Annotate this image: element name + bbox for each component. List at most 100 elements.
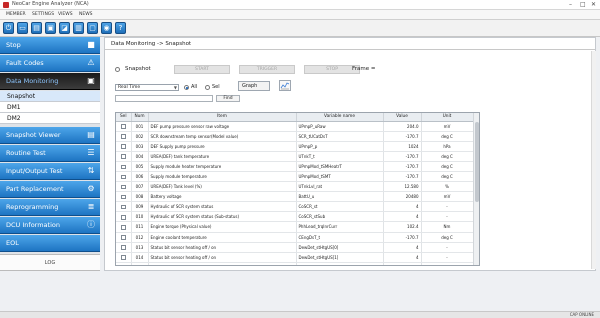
power-icon[interactable]: ⏻ [3, 22, 14, 34]
row-num: 007 [131, 181, 149, 193]
row-checkbox[interactable] [121, 194, 126, 200]
help-icon[interactable]: ? [115, 22, 126, 34]
sidebar-item-label: Snapshot Viewer [6, 131, 61, 139]
car-icon[interactable]: ◪ [59, 22, 70, 34]
table-row[interactable]: 007 UREA(DEF) Tank level (%) UTnkLvl_rat 12… [116, 181, 474, 193]
row-checkbox[interactable] [121, 154, 126, 159]
sidebar-item-routine-test[interactable]: Routine Test ☰ [0, 145, 100, 162]
row-checkbox[interactable] [121, 124, 126, 129]
close-button[interactable]: ✕ [591, 1, 596, 8]
bus-icon[interactable]: ▭ [17, 22, 28, 34]
row-variable: PhhLead_trqInrCurr [296, 221, 384, 233]
sidebar-item-stop[interactable]: Stop ■ [0, 37, 100, 54]
table-row[interactable]: 003 DEF Supply pump pressure UPmpP_p 1024 hP… [116, 141, 474, 152]
table-row[interactable]: 014 Status bit sensor heating off / on Dew… [116, 252, 474, 263]
table-row[interactable]: 013 Status bit sensor heating off / on Dew… [116, 242, 474, 253]
sel-radio[interactable] [205, 85, 210, 90]
column-header[interactable]: Unit [421, 113, 474, 122]
row-checkbox[interactable] [121, 184, 126, 190]
row-item: Supply module heater temperature [148, 161, 297, 172]
sidebar-item-fault-codes[interactable]: Fault Codes ⚠ [0, 55, 100, 72]
row-checkbox[interactable] [121, 204, 126, 210]
monitor-icon[interactable]: ▣ [45, 22, 56, 34]
row-checkbox[interactable] [121, 134, 126, 139]
column-header[interactable]: Num [131, 113, 149, 122]
trigger-button[interactable]: TRIGGER [239, 65, 295, 74]
row-checkbox[interactable] [121, 245, 126, 250]
graph-icon[interactable] [279, 80, 291, 91]
table-row[interactable]: 011 Engine torque (Physical value) PhhLead… [116, 221, 474, 233]
log-panel[interactable]: LOG [0, 254, 100, 271]
row-checkbox[interactable] [121, 174, 126, 180]
row-num: 010 [131, 211, 149, 223]
table-row[interactable]: 006 Supply module temperature UPmpMod_tSMT… [116, 171, 474, 183]
table-row[interactable]: 004 UREA(DEF) tank temperature UTnkT_t -170… [116, 151, 474, 162]
row-checkbox[interactable] [121, 265, 126, 266]
table-scrollbar[interactable] [473, 113, 479, 265]
row-item: Supply module temperature [148, 171, 297, 183]
sidebar-item-label: Fault Codes [6, 59, 44, 67]
row-variable: Exh_stNOxNSCDs [296, 262, 384, 265]
row-checkbox[interactable] [121, 215, 126, 220]
table-row[interactable]: 008 Battery voltage BattU_u 20480 mV [116, 191, 474, 203]
find-button[interactable]: Find [216, 95, 240, 102]
column-header[interactable]: Sel [116, 113, 132, 122]
menu-news[interactable]: NEWS [79, 12, 93, 17]
snapshot-label: Snapshot [125, 66, 151, 72]
sidebar-item-label: EOL [6, 239, 19, 247]
subitem-dm2[interactable]: DM2 [0, 113, 100, 124]
sidebar-item-eol[interactable]: EOL [0, 235, 100, 252]
row-checkbox[interactable] [121, 164, 126, 170]
mode-select[interactable]: Real Time ▼ [115, 84, 179, 91]
row-checkbox[interactable] [121, 235, 126, 240]
sidebar-item-io-test[interactable]: Input/Output Test ⇅ [0, 163, 100, 180]
sidebar-item-data-monitoring[interactable]: Data Monitoring ▣ [0, 73, 100, 90]
table-row[interactable]: 002 SCR downstream temp sensor(Model valu… [116, 131, 474, 142]
row-checkbox[interactable] [121, 255, 126, 260]
row-checkbox[interactable] [121, 225, 126, 230]
title-bar: NeoCar Engine Analyzer (NCA) – □ ✕ [0, 0, 600, 10]
row-variable: UPmpP_p [296, 141, 384, 152]
truck-icon[interactable]: ▤ [31, 22, 42, 34]
column-header[interactable]: Variable name [296, 113, 384, 122]
table-row[interactable]: 015Upstream NOx sensor signal statusExh_… [116, 262, 474, 266]
row-select-cell [116, 161, 132, 172]
screen-icon[interactable]: ▢ [87, 22, 98, 34]
table-row[interactable]: 009 Hydraulic of SCR system status CoSCR_s… [116, 201, 474, 213]
sidebar-item-snapshot-viewer[interactable]: Snapshot Viewer ▤ [0, 127, 100, 144]
stop-icon[interactable]: ◉ [101, 22, 112, 34]
column-header[interactable]: Item [148, 113, 297, 122]
menu-views[interactable]: VIEWS [58, 12, 73, 17]
menu-member[interactable]: MEMBER [6, 12, 26, 17]
column-header[interactable]: Value [383, 113, 422, 122]
row-unit: hPa [421, 141, 474, 152]
maximize-button[interactable]: □ [580, 1, 586, 8]
document-icon[interactable]: ▥ [73, 22, 84, 34]
subitem-snapshot[interactable]: Snapshot [0, 91, 100, 102]
table-row[interactable]: 012 Engine coolant temperature CEngDsT_t -1… [116, 232, 474, 243]
row-variable: UTnkLvl_rat [296, 181, 384, 193]
table-row[interactable]: 005 Supply module heater temperature UPmpM… [116, 161, 474, 172]
sidebar-item-part-replacement[interactable]: Part Replacement ⚙ [0, 181, 100, 198]
scrollbar-thumb[interactable] [475, 122, 479, 202]
subitem-dm1[interactable]: DM1 [0, 102, 100, 113]
row-variable: BattU_u [296, 191, 384, 203]
row-value: -170.7 [383, 161, 422, 172]
chevron-down-icon: ▼ [173, 85, 177, 90]
all-radio[interactable] [184, 85, 189, 90]
minimize-button[interactable]: – [569, 1, 572, 8]
graph-button[interactable]: Graph [238, 81, 270, 91]
sidebar-item-dcu-information[interactable]: DCU Information ⓘ [0, 217, 100, 234]
menu-settings[interactable]: SETTINGS [32, 12, 54, 17]
panel-scrollbar[interactable] [591, 51, 596, 269]
table-row[interactable]: 001 DEF pump pressure sensor raw voltage U… [116, 121, 474, 132]
row-num: 014 [131, 252, 149, 263]
row-value: 1024 [383, 141, 422, 152]
snapshot-radio[interactable] [115, 67, 120, 72]
row-checkbox[interactable] [121, 144, 126, 149]
start-button[interactable]: START [174, 65, 230, 74]
sidebar-item-reprogramming[interactable]: Reprogramming ≣ [0, 199, 100, 216]
search-input[interactable] [115, 95, 213, 102]
row-select-cell [116, 141, 132, 152]
table-row[interactable]: 010 Hydraulic of SCR system status (Sub-s… [116, 211, 474, 223]
